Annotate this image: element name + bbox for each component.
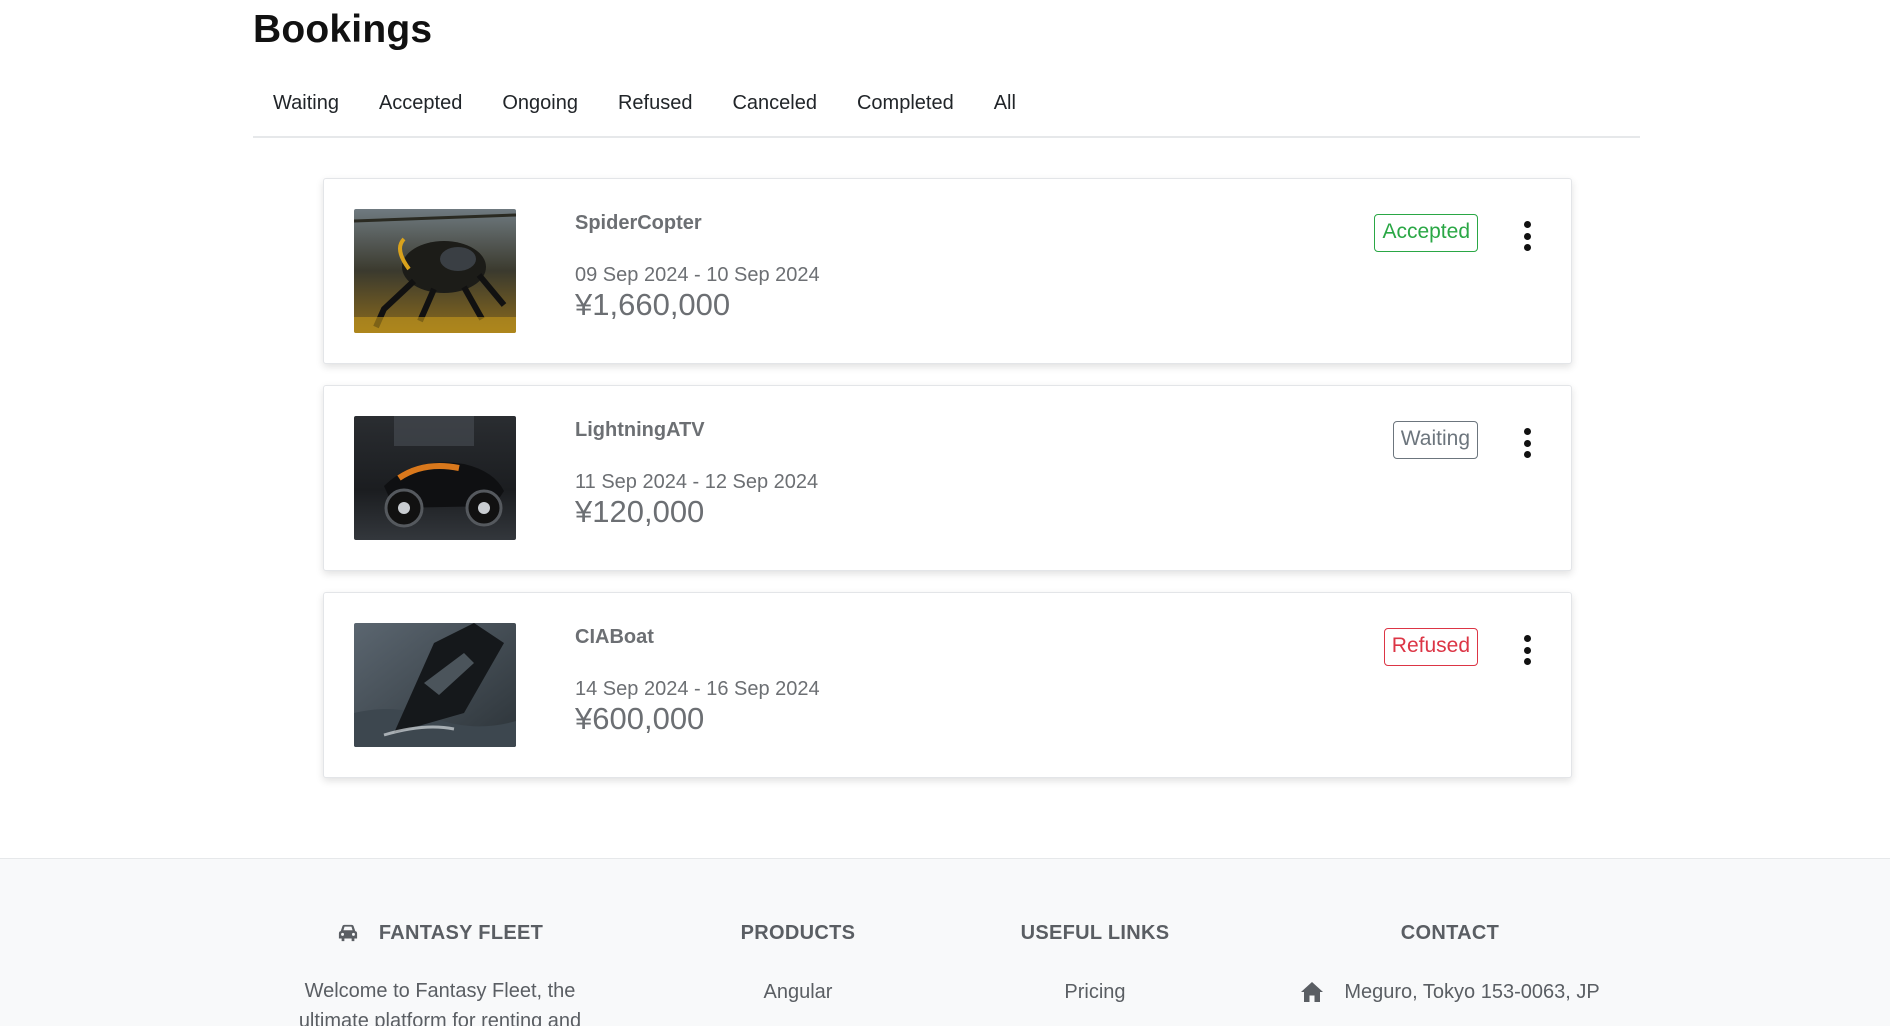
footer-brand-title: FANTASY FLEET	[378, 921, 544, 944]
tab-ongoing[interactable]: Ongoing	[502, 86, 578, 120]
booking-card[interactable]: LightningATV 11 Sep 2024 - 12 Sep 2024 ¥…	[323, 385, 1572, 571]
page-title: Bookings	[253, 8, 433, 51]
footer-contact-heading: CONTACT	[1400, 921, 1500, 944]
bookings-list: SpiderCopter 09 Sep 2024 - 10 Sep 2024 ¥…	[323, 178, 1572, 799]
tab-refused[interactable]: Refused	[618, 86, 693, 120]
footer-products: PRODUCTS Angular	[698, 919, 898, 1007]
lightning-atv-image	[354, 416, 516, 540]
footer-brand-text: Welcome to Fantasy Fleet, the ultimate p…	[280, 976, 600, 1026]
footer-brand-heading: FANTASY FLEET	[280, 919, 600, 947]
footer-link-pricing[interactable]: Pricing	[995, 977, 1195, 1007]
vehicle-name: SpiderCopter	[575, 212, 702, 234]
home-icon	[1301, 982, 1324, 1002]
car-icon	[338, 924, 357, 942]
more-options-icon[interactable]	[1517, 426, 1537, 460]
footer-contact: CONTACT Meguro, Tokyo 153-0063, JP	[1290, 919, 1610, 1007]
contact-address: Meguro, Tokyo 153-0063, JP	[1344, 980, 1600, 1003]
status-badge: Accepted	[1374, 214, 1478, 252]
booking-price: ¥600,000	[575, 701, 705, 736]
booking-price: ¥1,660,000	[575, 287, 731, 322]
booking-price: ¥120,000	[575, 494, 705, 529]
tab-accepted[interactable]: Accepted	[379, 86, 462, 120]
tab-completed[interactable]: Completed	[857, 86, 954, 120]
status-badge: Refused	[1383, 628, 1478, 666]
tab-waiting[interactable]: Waiting	[273, 86, 339, 120]
bookings-page: Bookings Waiting Accepted Ongoing Refuse…	[0, 0, 1890, 1026]
booking-dates: 14 Sep 2024 - 16 Sep 2024	[575, 678, 820, 700]
vehicle-name: LightningATV	[575, 419, 705, 441]
status-tabs: Waiting Accepted Ongoing Refused Cancele…	[253, 86, 1640, 138]
tab-all[interactable]: All	[994, 86, 1016, 120]
vehicle-name: CIABoat	[575, 626, 654, 648]
footer-brand: FANTASY FLEET Welcome to Fantasy Fleet, …	[280, 919, 600, 1026]
footer-products-heading: PRODUCTS	[740, 921, 856, 944]
booking-dates: 11 Sep 2024 - 12 Sep 2024	[575, 471, 819, 493]
status-badge: Waiting	[1392, 421, 1478, 459]
site-footer: FANTASY FLEET Welcome to Fantasy Fleet, …	[0, 858, 1890, 1026]
spider-copter-image	[354, 209, 516, 333]
footer-useful-links-heading: USEFUL LINKS	[1020, 921, 1170, 944]
footer-brand-text-line: ultimate platform for renting and	[298, 1010, 582, 1026]
contact-address-row: Meguro, Tokyo 153-0063, JP	[1290, 977, 1610, 1007]
footer-useful-links: USEFUL LINKS Pricing	[995, 919, 1195, 1007]
booking-card[interactable]: CIABoat 14 Sep 2024 - 16 Sep 2024 ¥600,0…	[323, 592, 1572, 778]
booking-card[interactable]: SpiderCopter 09 Sep 2024 - 10 Sep 2024 ¥…	[323, 178, 1572, 364]
footer-link-angular[interactable]: Angular	[698, 977, 898, 1007]
cia-boat-image	[354, 623, 516, 747]
booking-dates: 09 Sep 2024 - 10 Sep 2024	[575, 264, 820, 286]
tab-canceled[interactable]: Canceled	[732, 86, 817, 120]
footer-brand-text-line: Welcome to Fantasy Fleet, the	[304, 980, 576, 1002]
more-options-icon[interactable]	[1517, 633, 1537, 667]
more-options-icon[interactable]	[1517, 219, 1537, 253]
